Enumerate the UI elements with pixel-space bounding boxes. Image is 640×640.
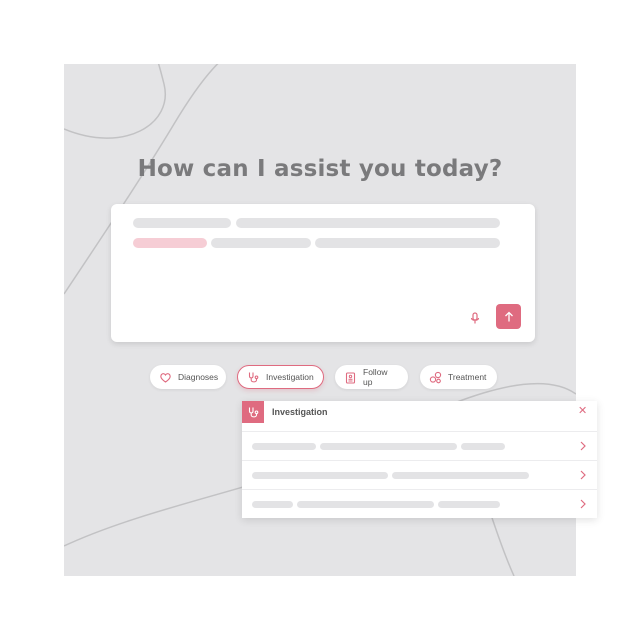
chip-diagnoses[interactable]: Diagnoses bbox=[150, 365, 226, 389]
text-placeholder-line bbox=[461, 443, 505, 450]
dropdown-title: Investigation bbox=[272, 407, 328, 417]
list-item[interactable] bbox=[242, 431, 597, 461]
dropdown-header: Investigation ✕ bbox=[242, 401, 597, 423]
text-placeholder-line bbox=[252, 501, 293, 508]
text-placeholder-highlight bbox=[133, 238, 207, 248]
text-placeholder-line bbox=[315, 238, 500, 248]
list-item[interactable] bbox=[242, 460, 597, 490]
pills-icon bbox=[429, 371, 442, 384]
chip-label: Treatment bbox=[448, 372, 487, 382]
text-placeholder-line bbox=[320, 443, 457, 450]
prompt-input-card[interactable] bbox=[111, 204, 535, 342]
text-placeholder-line bbox=[252, 443, 316, 450]
text-placeholder-line bbox=[133, 218, 231, 228]
close-icon[interactable]: ✕ bbox=[578, 406, 587, 417]
chevron-right-icon bbox=[580, 499, 586, 509]
chip-investigation[interactable]: Investigation bbox=[237, 365, 324, 389]
stethoscope-icon bbox=[242, 401, 264, 423]
text-placeholder-line bbox=[297, 501, 434, 508]
chip-follow-up[interactable]: Follow up bbox=[335, 365, 408, 389]
chip-label: Investigation bbox=[266, 372, 314, 382]
arrow-up-icon bbox=[504, 311, 513, 321]
send-button[interactable] bbox=[496, 304, 521, 329]
chevron-right-icon bbox=[580, 441, 586, 451]
text-placeholder-line bbox=[438, 501, 500, 508]
chip-label: Diagnoses bbox=[178, 372, 219, 382]
list-item[interactable] bbox=[242, 489, 597, 519]
heart-icon bbox=[159, 371, 172, 384]
clipboard-icon bbox=[344, 371, 357, 384]
text-placeholder-line bbox=[211, 238, 311, 248]
text-placeholder-line bbox=[236, 218, 500, 228]
text-placeholder-line bbox=[392, 472, 529, 479]
chevron-right-icon bbox=[580, 470, 586, 480]
microphone-icon[interactable] bbox=[468, 311, 482, 325]
chip-treatment[interactable]: Treatment bbox=[420, 365, 497, 389]
stethoscope-icon bbox=[247, 371, 260, 384]
page-title: How can I assist you today? bbox=[137, 156, 503, 182]
investigation-dropdown: Investigation ✕ bbox=[242, 401, 597, 518]
text-placeholder-line bbox=[252, 472, 388, 479]
chip-label: Follow up bbox=[363, 367, 388, 387]
